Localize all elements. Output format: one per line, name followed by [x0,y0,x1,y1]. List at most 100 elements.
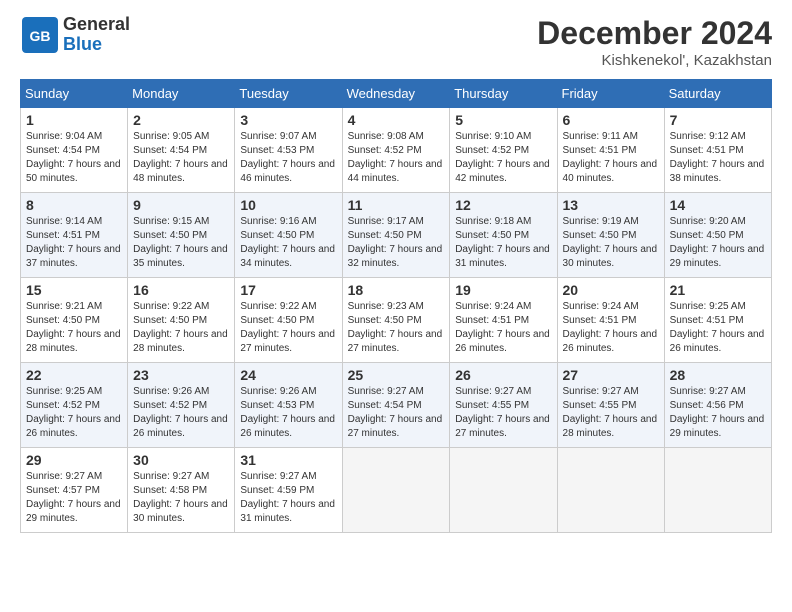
day-info: Sunrise: 9:27 AMSunset: 4:58 PMDaylight:… [133,470,229,526]
calendar-cell: 20Sunrise: 9:24 AMSunset: 4:51 PMDayligh… [557,278,664,363]
day-info: Sunrise: 9:16 AMSunset: 4:50 PMDaylight:… [240,215,336,271]
logo: GB General Blue [20,15,130,55]
calendar-cell: 11Sunrise: 9:17 AMSunset: 4:50 PMDayligh… [342,193,450,278]
day-number: 8 [26,197,122,213]
calendar-cell [664,448,771,533]
col-tuesday: Tuesday [235,80,342,108]
day-info: Sunrise: 9:27 AMSunset: 4:54 PMDaylight:… [348,385,445,441]
day-number: 10 [240,197,336,213]
calendar-cell [450,448,557,533]
calendar-week-row-1: 1Sunrise: 9:04 AMSunset: 4:54 PMDaylight… [21,108,772,193]
day-number: 21 [670,282,766,298]
day-number: 28 [670,367,766,383]
calendar-cell: 24 Sunrise: 9:26 AMSunset: 4:53 PMDayligh… [235,363,342,448]
day-info: Sunrise: 9:08 AMSunset: 4:52 PMDaylight:… [348,130,445,186]
calendar-cell: 25 Sunrise: 9:27 AMSunset: 4:54 PMDayligh… [342,363,450,448]
month-title: December 2024 [537,15,772,52]
location: Kishkenekol', Kazakhstan [537,52,772,69]
day-number: 26 [455,367,551,383]
calendar-cell: 15 Sunrise: 9:21 AMSunset: 4:50 PMDayligh… [21,278,128,363]
calendar-cell: 5 Sunrise: 9:10 AMSunset: 4:52 PMDaylight… [450,108,557,193]
calendar-cell: 30Sunrise: 9:27 AMSunset: 4:58 PMDayligh… [128,448,235,533]
day-number: 18 [348,282,445,298]
calendar-week-row-4: 22 Sunrise: 9:25 AMSunset: 4:52 PMDayligh… [21,363,772,448]
day-info: Sunrise: 9:26 AMSunset: 4:53 PMDaylight:… [240,385,336,441]
calendar-cell: 26 Sunrise: 9:27 AMSunset: 4:55 PMDayligh… [450,363,557,448]
day-number: 3 [240,112,336,128]
day-info: Sunrise: 9:17 AMSunset: 4:50 PMDaylight:… [348,215,445,271]
calendar-cell: 12 Sunrise: 9:18 AMSunset: 4:50 PMDayligh… [450,193,557,278]
day-number: 29 [26,452,122,468]
day-number: 24 [240,367,336,383]
day-info: Sunrise: 9:21 AMSunset: 4:50 PMDaylight:… [26,300,122,356]
calendar-cell: 13Sunrise: 9:19 AMSunset: 4:50 PMDayligh… [557,193,664,278]
day-info: Sunrise: 9:18 AMSunset: 4:50 PMDaylight:… [455,215,551,271]
calendar-cell: 17Sunrise: 9:22 AMSunset: 4:50 PMDayligh… [235,278,342,363]
calendar-cell: 28 Sunrise: 9:27 AMSunset: 4:56 PMDayligh… [664,363,771,448]
day-number: 6 [563,112,659,128]
calendar-cell: 16 Sunrise: 9:22 AMSunset: 4:50 PMDayligh… [128,278,235,363]
calendar-cell [557,448,664,533]
calendar-cell: 10 Sunrise: 9:16 AMSunset: 4:50 PMDayligh… [235,193,342,278]
svg-text:GB: GB [30,28,51,44]
calendar-cell [342,448,450,533]
day-number: 19 [455,282,551,298]
day-info: Sunrise: 9:24 AMSunset: 4:51 PMDaylight:… [563,300,659,356]
day-info: Sunrise: 9:11 AMSunset: 4:51 PMDaylight:… [563,130,659,186]
calendar-cell: 2Sunrise: 9:05 AMSunset: 4:54 PMDaylight… [128,108,235,193]
calendar-cell: 7 Sunrise: 9:12 AMSunset: 4:51 PMDaylight… [664,108,771,193]
calendar-table: Sunday Monday Tuesday Wednesday Thursday… [20,79,772,533]
calendar-cell: 31 Sunrise: 9:27 AMSunset: 4:59 PMDayligh… [235,448,342,533]
logo-text: General Blue [63,15,130,55]
logo-general: General [63,15,130,35]
header: GB General Blue December 2024 Kishkeneko… [20,15,772,69]
day-info: Sunrise: 9:24 AMSunset: 4:51 PMDaylight:… [455,300,551,356]
calendar-cell: 22 Sunrise: 9:25 AMSunset: 4:52 PMDayligh… [21,363,128,448]
day-number: 15 [26,282,122,298]
col-monday: Monday [128,80,235,108]
day-number: 31 [240,452,336,468]
calendar-header-row: Sunday Monday Tuesday Wednesday Thursday… [21,80,772,108]
day-info: Sunrise: 9:07 AMSunset: 4:53 PMDaylight:… [240,130,336,186]
calendar-cell: 9Sunrise: 9:15 AMSunset: 4:50 PMDaylight… [128,193,235,278]
day-info: Sunrise: 9:27 AMSunset: 4:55 PMDaylight:… [563,385,659,441]
day-info: Sunrise: 9:22 AMSunset: 4:50 PMDaylight:… [133,300,229,356]
day-number: 16 [133,282,229,298]
calendar-cell: 19 Sunrise: 9:24 AMSunset: 4:51 PMDayligh… [450,278,557,363]
day-info: Sunrise: 9:10 AMSunset: 4:52 PMDaylight:… [455,130,551,186]
day-info: Sunrise: 9:22 AMSunset: 4:50 PMDaylight:… [240,300,336,356]
title-area: December 2024 Kishkenekol', Kazakhstan [537,15,772,69]
day-info: Sunrise: 9:12 AMSunset: 4:51 PMDaylight:… [670,130,766,186]
day-info: Sunrise: 9:25 AMSunset: 4:51 PMDaylight:… [670,300,766,356]
day-info: Sunrise: 9:25 AMSunset: 4:52 PMDaylight:… [26,385,122,441]
day-info: Sunrise: 9:27 AMSunset: 4:59 PMDaylight:… [240,470,336,526]
logo-icon: GB [20,15,60,55]
calendar-cell: 29Sunrise: 9:27 AMSunset: 4:57 PMDayligh… [21,448,128,533]
day-info: Sunrise: 9:04 AMSunset: 4:54 PMDaylight:… [26,130,122,186]
day-number: 25 [348,367,445,383]
calendar-cell: 14Sunrise: 9:20 AMSunset: 4:50 PMDayligh… [664,193,771,278]
day-number: 7 [670,112,766,128]
day-info: Sunrise: 9:27 AMSunset: 4:55 PMDaylight:… [455,385,551,441]
calendar-cell: 4 Sunrise: 9:08 AMSunset: 4:52 PMDaylight… [342,108,450,193]
day-number: 27 [563,367,659,383]
col-thursday: Thursday [450,80,557,108]
calendar-week-row-2: 8Sunrise: 9:14 AMSunset: 4:51 PMDaylight… [21,193,772,278]
day-number: 13 [563,197,659,213]
day-number: 14 [670,197,766,213]
calendar-week-row-5: 29Sunrise: 9:27 AMSunset: 4:57 PMDayligh… [21,448,772,533]
day-number: 23 [133,367,229,383]
main-container: GB General Blue December 2024 Kishkeneko… [0,0,792,543]
day-number: 22 [26,367,122,383]
day-number: 4 [348,112,445,128]
calendar-cell: 27 Sunrise: 9:27 AMSunset: 4:55 PMDayligh… [557,363,664,448]
col-wednesday: Wednesday [342,80,450,108]
day-number: 5 [455,112,551,128]
day-number: 12 [455,197,551,213]
day-info: Sunrise: 9:27 AMSunset: 4:56 PMDaylight:… [670,385,766,441]
col-friday: Friday [557,80,664,108]
calendar-cell: 8Sunrise: 9:14 AMSunset: 4:51 PMDaylight… [21,193,128,278]
col-sunday: Sunday [21,80,128,108]
calendar-week-row-3: 15 Sunrise: 9:21 AMSunset: 4:50 PMDayligh… [21,278,772,363]
day-number: 2 [133,112,229,128]
